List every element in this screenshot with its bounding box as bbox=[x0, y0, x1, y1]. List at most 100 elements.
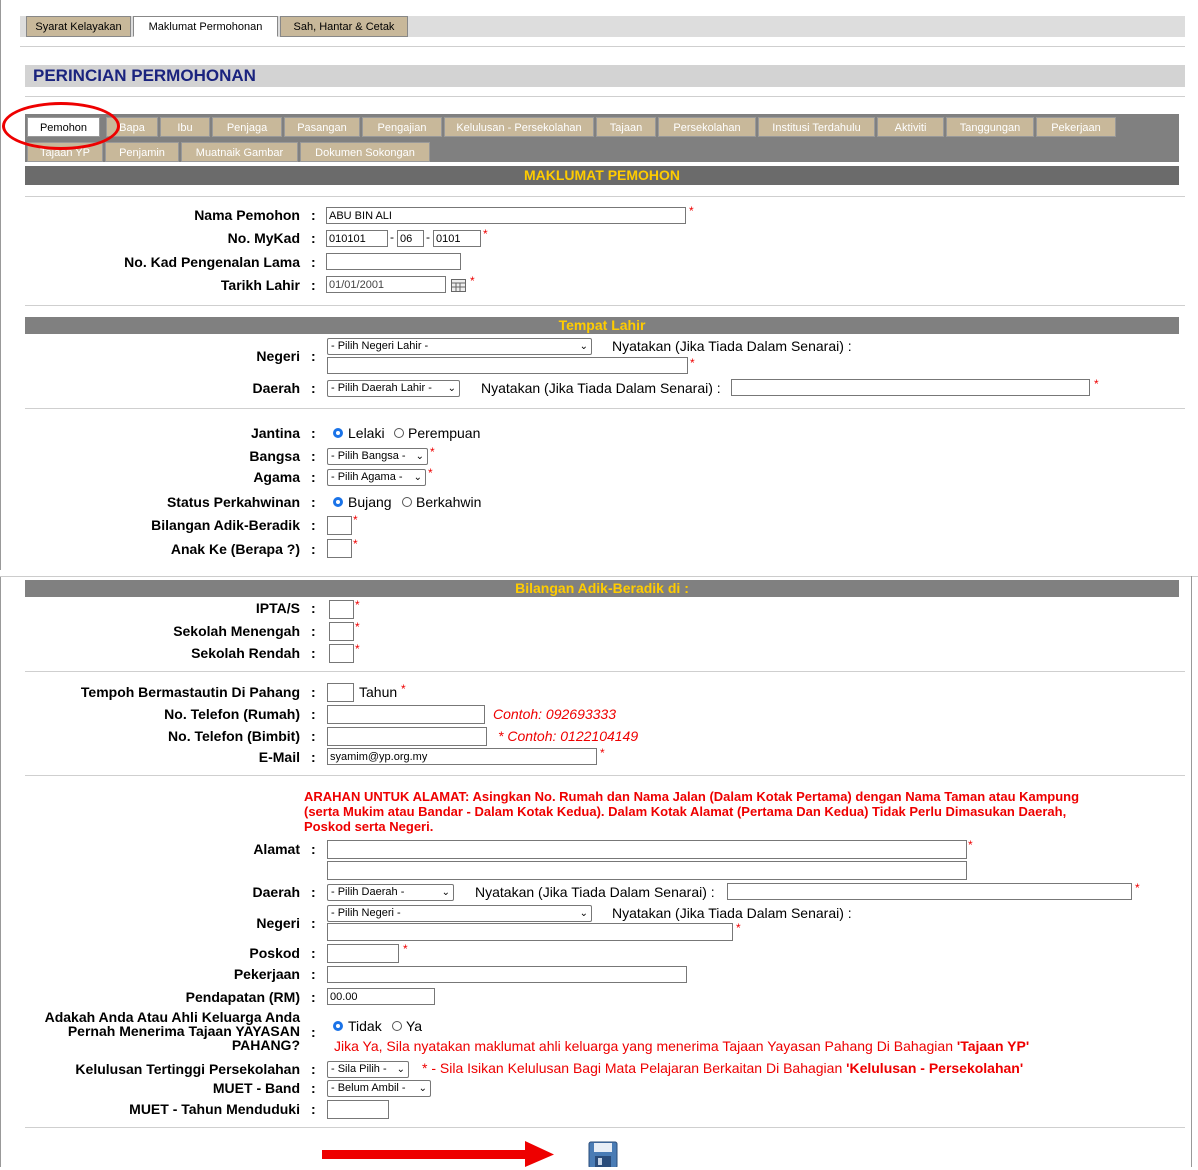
mykad-part2-input[interactable]: 06 bbox=[397, 230, 424, 247]
sub-tab-dokumen-sokongan[interactable]: Dokumen Sokongan bbox=[300, 142, 430, 162]
label-sekolah-menengah: Sekolah Menengah bbox=[173, 623, 300, 639]
negeri-lahir-lain-input[interactable] bbox=[327, 357, 688, 374]
radio-bujang[interactable] bbox=[333, 497, 343, 507]
mykad-part1-input[interactable]: 010101 bbox=[326, 230, 388, 247]
arahan-alamat-line3: Poskod serta Negeri. bbox=[304, 819, 434, 834]
label-tempoh-bermastautin: Tempoh Bermastautin Di Pahang bbox=[80, 684, 300, 700]
sub-tab-institusi-terdahulu[interactable]: Institusi Terdahulu bbox=[758, 117, 875, 137]
sekolah-menengah-input[interactable] bbox=[329, 622, 354, 641]
arahan-alamat-line2: (serta Mukim atau Bandar - Dalam Kotak K… bbox=[304, 804, 1067, 819]
email-input[interactable]: syamim@yp.org.my bbox=[327, 748, 597, 765]
colon: : bbox=[311, 448, 316, 464]
required-mark: * bbox=[690, 356, 695, 370]
tarikh-lahir-input[interactable]: 01/01/2001 bbox=[326, 276, 446, 293]
colon: : bbox=[311, 841, 316, 857]
kp-lama-input[interactable] bbox=[326, 253, 461, 270]
radio-lelaki[interactable] bbox=[333, 428, 343, 438]
required-mark: * bbox=[355, 620, 360, 634]
label-email: E-Mail bbox=[258, 749, 300, 765]
daerah-lahir-lain-input[interactable] bbox=[731, 379, 1090, 396]
colon: : bbox=[311, 989, 316, 1005]
alamat-line1-input[interactable] bbox=[327, 840, 967, 859]
dash: - bbox=[426, 230, 430, 244]
contoh-bimbit-hint: * Contoh: 0122104149 bbox=[498, 728, 639, 744]
label-bangsa: Bangsa bbox=[249, 448, 300, 464]
sub-tab-tajaan[interactable]: Tajaan bbox=[596, 117, 656, 137]
radio-berkahwin[interactable] bbox=[402, 497, 412, 507]
label-daerah-lahir: Daerah bbox=[252, 380, 300, 396]
divider bbox=[25, 196, 1185, 197]
label-agama: Agama bbox=[253, 469, 300, 485]
required-mark: * bbox=[403, 942, 408, 956]
daerah-lahir-select[interactable]: - Pilih Daerah Lahir - ⌄ bbox=[327, 380, 460, 397]
colon: : bbox=[311, 541, 316, 557]
nyatakan-label: Nyatakan (Jika Tiada Dalam Senarai) : bbox=[612, 338, 852, 354]
tel-bimbit-input[interactable] bbox=[327, 727, 487, 746]
sub-tab-penjaga[interactable]: Penjaga bbox=[212, 117, 282, 137]
negeri-select[interactable]: - Pilih Negeri - ⌄ bbox=[327, 905, 592, 922]
nama-pemohon-input[interactable]: ABU BIN ALI bbox=[326, 207, 686, 224]
colon: : bbox=[311, 517, 316, 533]
anak-ke-input[interactable] bbox=[327, 539, 352, 558]
section-maklumat-pemohon: MAKLUMAT PEMOHON bbox=[25, 166, 1179, 185]
sub-tab-kelulusan-persekolahan[interactable]: Kelulusan - Persekolahan bbox=[444, 117, 594, 137]
label-bilangan-adik-beradik: Bilangan Adik-Beradik bbox=[151, 517, 300, 533]
sekolah-rendah-input[interactable] bbox=[329, 644, 354, 663]
colon: : bbox=[311, 1101, 316, 1117]
label-ipta: IPTA/S bbox=[255, 600, 300, 616]
nyatakan-label: Nyatakan (Jika Tiada Dalam Senarai) : bbox=[612, 905, 852, 921]
sub-tab-penjamin[interactable]: Penjamin bbox=[105, 142, 179, 162]
required-mark: * bbox=[353, 537, 358, 551]
top-tab-maklumat-permohonan[interactable]: Maklumat Permohonan bbox=[133, 16, 278, 37]
radio-perempuan[interactable] bbox=[394, 428, 404, 438]
sub-tab-muatnaik-gambar[interactable]: Muatnaik Gambar bbox=[181, 142, 298, 162]
kelulusan-select[interactable]: - Sila Pilih - ⌄ bbox=[327, 1061, 409, 1078]
required-mark: * bbox=[355, 598, 360, 612]
bangsa-select[interactable]: - Pilih Bangsa - ⌄ bbox=[327, 448, 428, 465]
agama-select[interactable]: - Pilih Agama - ⌄ bbox=[327, 469, 426, 486]
label-bujang: Bujang bbox=[348, 494, 392, 510]
label-kelulusan: Kelulusan Tertinggi Persekolahan bbox=[75, 1061, 300, 1077]
negeri-lain-input[interactable] bbox=[327, 923, 733, 941]
muet-tahun-input[interactable] bbox=[327, 1100, 389, 1119]
bilangan-adik-beradik-input[interactable] bbox=[327, 516, 352, 535]
sub-tab-ibu[interactable]: Ibu bbox=[160, 117, 210, 137]
colon: : bbox=[311, 1024, 316, 1040]
ipta-input[interactable] bbox=[329, 600, 354, 619]
pekerjaan-input[interactable] bbox=[327, 966, 687, 983]
tel-rumah-input[interactable] bbox=[327, 705, 485, 724]
sub-tab-aktiviti[interactable]: Aktiviti bbox=[877, 117, 944, 137]
radio-ya[interactable] bbox=[392, 1021, 402, 1031]
radio-tidak[interactable] bbox=[333, 1021, 343, 1031]
label-alamat: Alamat bbox=[253, 841, 300, 857]
colon: : bbox=[311, 469, 316, 485]
required-mark: * bbox=[428, 466, 433, 480]
top-tab-syarat-kelayakan[interactable]: Syarat Kelayakan bbox=[26, 16, 131, 37]
label-tel-rumah: No. Telefon (Rumah) bbox=[164, 706, 300, 722]
poskod-input[interactable] bbox=[327, 944, 399, 963]
save-icon[interactable] bbox=[588, 1141, 618, 1169]
top-tab-sah-hantar-cetak[interactable]: Sah, Hantar & Cetak bbox=[280, 16, 408, 37]
daerah-lain-input[interactable] bbox=[727, 883, 1132, 900]
colon: : bbox=[311, 254, 316, 270]
sub-tab-tanggungan[interactable]: Tanggungan bbox=[946, 117, 1034, 137]
sub-tab-persekolahan[interactable]: Persekolahan bbox=[658, 117, 756, 137]
label-berkahwin: Berkahwin bbox=[416, 494, 482, 510]
label-kp-lama: No. Kad Pengenalan Lama bbox=[124, 254, 300, 270]
colon: : bbox=[311, 728, 316, 744]
alamat-line2-input[interactable] bbox=[327, 861, 967, 880]
label-perempuan: Perempuan bbox=[408, 425, 481, 441]
sub-tab-pasangan[interactable]: Pasangan bbox=[284, 117, 360, 137]
sub-tab-pengajian[interactable]: Pengajian bbox=[362, 117, 442, 137]
tempoh-input[interactable] bbox=[327, 683, 354, 702]
daerah-select[interactable]: - Pilih Daerah - ⌄ bbox=[327, 884, 454, 901]
colon: : bbox=[311, 749, 316, 765]
page-title: PERINCIAN PERMOHONAN bbox=[33, 66, 256, 85]
muet-band-select[interactable]: - Belum Ambil - ⌄ bbox=[327, 1080, 431, 1097]
divider bbox=[25, 305, 1185, 306]
sub-tab-pekerjaan[interactable]: Pekerjaan bbox=[1036, 117, 1116, 137]
pendapatan-input[interactable]: 00.00 bbox=[327, 988, 435, 1005]
negeri-lahir-select[interactable]: - Pilih Negeri Lahir - ⌄ bbox=[327, 338, 592, 355]
mykad-part3-input[interactable]: 0101 bbox=[433, 230, 481, 247]
calendar-icon[interactable] bbox=[451, 279, 466, 292]
